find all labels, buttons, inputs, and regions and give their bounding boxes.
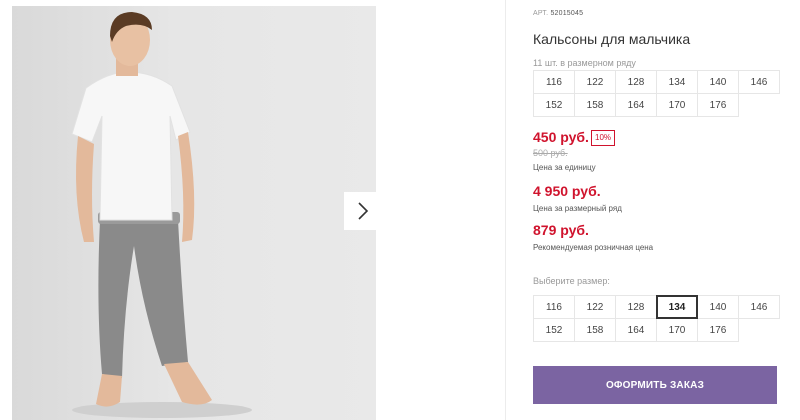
- size-option[interactable]: 146: [738, 295, 780, 319]
- series-size-cell: 116: [533, 70, 575, 94]
- size-option[interactable]: 176: [697, 318, 739, 342]
- size-option[interactable]: 152: [533, 318, 575, 342]
- boy-model-illustration: [71, 12, 252, 418]
- unit-price-caption: Цена за единицу: [533, 163, 596, 172]
- discount-badge: 10%: [591, 130, 616, 146]
- retail-price-caption: Рекомендуемая розничная цена: [533, 243, 654, 252]
- series-size-cell: 164: [615, 93, 657, 117]
- size-option[interactable]: 170: [656, 318, 698, 342]
- series-size-cell: 146: [738, 70, 780, 94]
- size-option[interactable]: 116: [533, 295, 575, 319]
- series-hint: 11 шт. в размерном ряду: [533, 58, 636, 68]
- old-price: 500 руб.: [533, 148, 568, 158]
- size-option[interactable]: 128: [615, 295, 657, 319]
- retail-price: 879 руб.: [533, 222, 589, 238]
- size-picker-grid: 116 122 128 134 140 146 152 158 164 170 …: [533, 295, 780, 342]
- article-label: АРТ.: [533, 10, 549, 17]
- unit-price: 450 руб.: [533, 129, 589, 145]
- series-price-caption: Цена за размерный ряд: [533, 204, 622, 213]
- place-order-button[interactable]: ОФОРМИТЬ ЗАКАЗ: [533, 366, 777, 404]
- column-divider: [505, 0, 506, 420]
- series-size-cell: 158: [574, 93, 616, 117]
- size-option[interactable]: 140: [697, 295, 739, 319]
- series-size-grid: 116 122 128 134 140 146 152 158 164 170 …: [533, 70, 780, 117]
- series-size-cell: 122: [574, 70, 616, 94]
- series-size-cell: 134: [656, 70, 698, 94]
- series-size-cell: 128: [615, 70, 657, 94]
- product-title: Кальсоны для мальчика: [533, 31, 691, 47]
- size-option[interactable]: 158: [574, 318, 616, 342]
- article-number: АРТ. 52015045: [533, 10, 583, 17]
- size-picker-label: Выберите размер:: [533, 276, 610, 286]
- series-size-cell: 140: [697, 70, 739, 94]
- size-option-selected[interactable]: 134: [656, 295, 698, 319]
- size-option[interactable]: 122: [574, 295, 616, 319]
- gallery-next-button[interactable]: [344, 192, 382, 230]
- chevron-right-icon: [358, 202, 369, 220]
- article-value: 52015045: [550, 10, 584, 17]
- series-size-cell: 170: [656, 93, 698, 117]
- product-photo: [12, 6, 376, 420]
- series-size-cell: 176: [697, 93, 739, 117]
- size-option[interactable]: 164: [615, 318, 657, 342]
- series-price: 4 950 руб.: [533, 183, 601, 199]
- series-size-cell: 152: [533, 93, 575, 117]
